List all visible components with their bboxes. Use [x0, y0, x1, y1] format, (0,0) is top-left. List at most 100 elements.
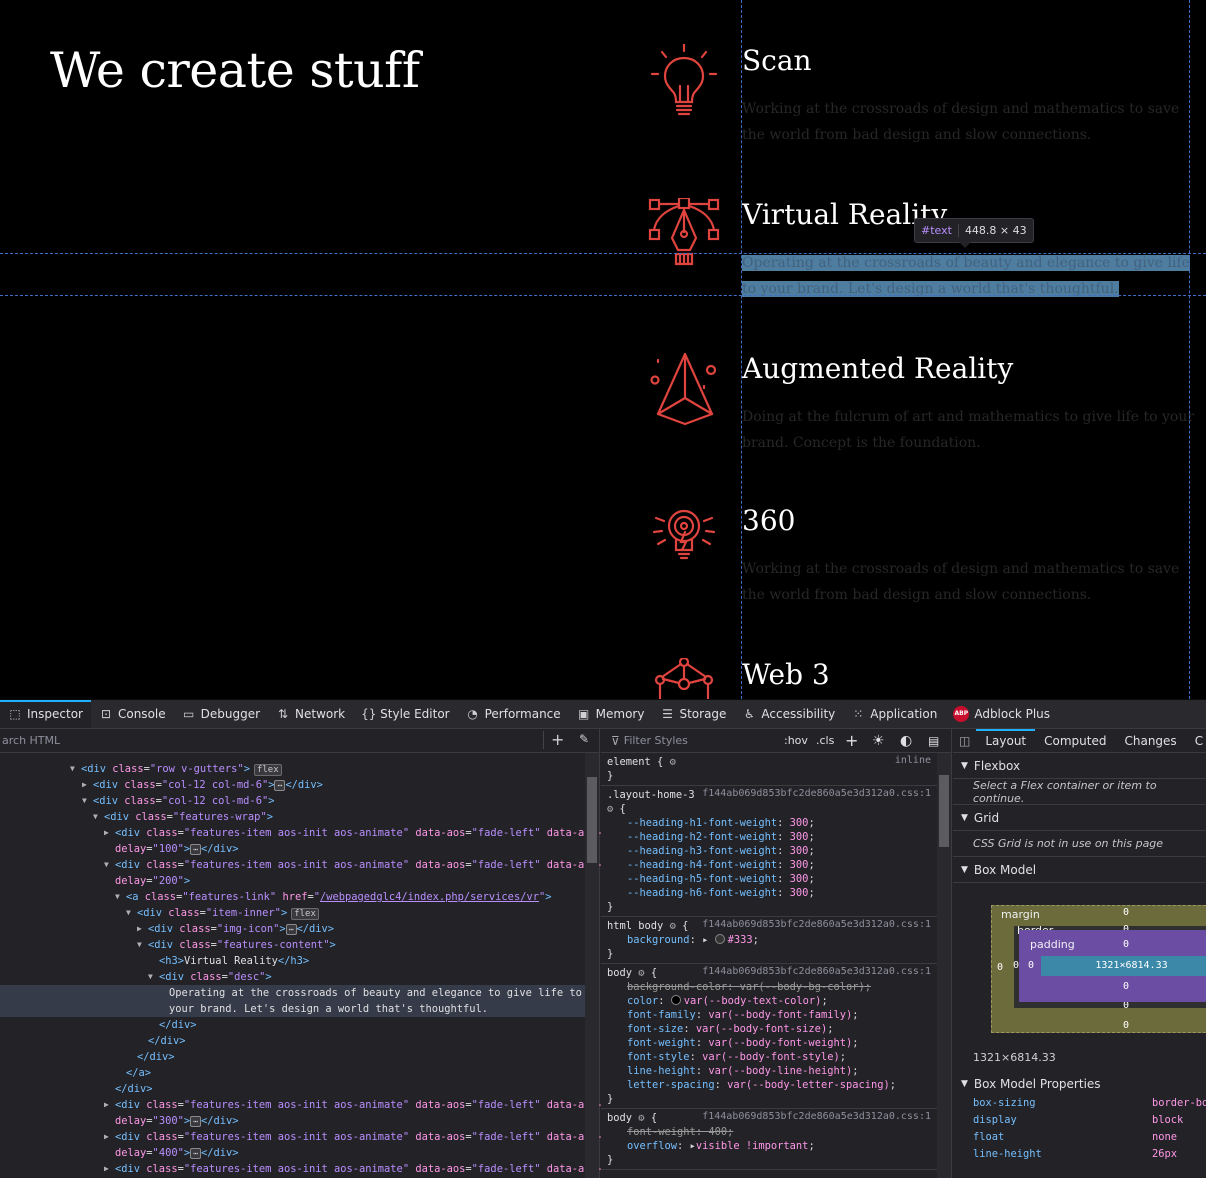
box-model-properties: box-sizing border-bo display block float no…	[953, 1095, 1206, 1163]
markup-line[interactable]: ▶ <div class="features-item aos-init aos-…	[0, 825, 603, 841]
markup-line: </div>	[148, 1035, 186, 1047]
box-model-content[interactable]: 1321×6814.33	[1041, 956, 1206, 976]
tab-style-editor[interactable]: {} Style Editor	[353, 700, 457, 728]
highlighter-guide-top	[0, 253, 1206, 254]
tab-network[interactable]: ⇅ Network	[268, 700, 353, 728]
filter-icon: ⊽	[611, 733, 620, 748]
idea-bulb-icon	[652, 509, 716, 560]
box-prop-row: float none	[973, 1131, 1178, 1143]
print-media-icon[interactable]: ▤	[928, 734, 939, 748]
hov-toggle[interactable]: :hov	[784, 734, 808, 747]
boxmodel-section[interactable]: ▼ Box Model	[953, 857, 1206, 883]
markup-line[interactable]: ▼ <div class="features-item aos-init aos-…	[0, 857, 603, 873]
gear-icon: ⚙	[607, 803, 614, 815]
markup-line[interactable]: ▶ <div class="features-item aos-init aos-…	[0, 1097, 603, 1113]
feature-title: Augmented Reality	[742, 352, 1014, 385]
markup-line: delay="300"> ⋯ </div>	[115, 1115, 239, 1127]
tab-debugger[interactable]: ▭ Debugger	[174, 700, 268, 728]
chevron-down-icon: ▼	[961, 1079, 968, 1089]
sidebar-tabs: ◫ Layout Computed Changes C	[953, 729, 1206, 753]
tab-accessibility[interactable]: ♿ Accessibility	[734, 700, 843, 728]
toggle-sidebar-icon[interactable]: ◫	[953, 729, 976, 752]
filter-styles-input[interactable]: Filter Styles	[620, 734, 688, 747]
cls-toggle[interactable]: .cls	[816, 734, 834, 747]
tab-console[interactable]: ⊡ Console	[91, 700, 174, 728]
markup-line[interactable]: ▶ <div class="img-icon"> ⋯ </div>	[0, 921, 586, 937]
markup-line[interactable]: ▶ <div class="features-item aos-init aos-…	[0, 1161, 603, 1177]
feature-title: 360	[742, 504, 796, 537]
color-swatch[interactable]	[714, 934, 725, 944]
markup-scrollbar[interactable]	[585, 753, 599, 1178]
markup-line[interactable]: ▼ <div class="col-12 col-md-6">	[0, 793, 586, 809]
box-model-border[interactable]: border 0 0 0 padding 0 0 0 1321×6814.33	[1013, 924, 1206, 1011]
markup-line: </div>	[115, 1083, 153, 1095]
scrollbar-thumb[interactable]	[587, 777, 597, 863]
flexbox-section[interactable]: ▼ Flexbox	[953, 753, 1206, 779]
feature-title: Scan	[742, 44, 812, 77]
tab-application[interactable]: ⁙ Application	[843, 700, 945, 728]
tab-more[interactable]: C	[1186, 729, 1206, 752]
light-theme-icon[interactable]: ☀	[872, 733, 885, 749]
eyedropper-icon[interactable]: ✎	[579, 732, 589, 746]
element-size-readout: 1321×6814.33	[973, 1051, 1056, 1064]
console-icon: ⊡	[100, 707, 112, 721]
markup-line[interactable]: ▼ <div class="features-wrap">	[0, 809, 586, 825]
feature-desc: Doing at the fulcrum of art and mathemat…	[742, 409, 1195, 451]
scrollbar-thumb[interactable]	[939, 775, 949, 847]
debugger-icon: ▭	[182, 707, 195, 721]
margin-bottom-value[interactable]: 0	[1123, 1020, 1129, 1031]
markup-line[interactable]: ▼ <div class="features-content">	[0, 937, 586, 953]
tab-adblock-plus[interactable]: ABP Adblock Plus	[945, 700, 1058, 728]
dark-theme-icon[interactable]: ◐	[900, 733, 912, 749]
markup-line[interactable]: ▼ <div class="row v-gutters"> flex	[0, 761, 586, 777]
markup-line[interactable]: <h3>Virtual Reality</h3>	[0, 953, 586, 969]
rules-scrollbar[interactable]	[937, 753, 951, 1178]
padding-top-value[interactable]: 0	[1123, 939, 1129, 950]
margin-top-value[interactable]: 0	[1123, 907, 1129, 918]
rule-html-body[interactable]: html body ⚙ { f144ab069d853bfc2de860a5e3…	[601, 917, 951, 964]
markup-line[interactable]: ▶ <div class="col-12 col-md-6"> ⋯ </div>	[0, 777, 586, 793]
margin-label: margin	[1001, 908, 1040, 921]
markup-line: </div>	[159, 1019, 197, 1031]
box-model-margin[interactable]: margin 0 0 0 border 0 0 0 padding 0 0 0	[991, 905, 1206, 1033]
chip-icon: ▣	[577, 707, 590, 721]
search-html-input[interactable]: arch HTML	[0, 734, 60, 747]
tab-memory[interactable]: ▣ Memory	[569, 700, 653, 728]
add-rule-icon[interactable]: +	[845, 731, 858, 750]
rules-view: ⊽ Filter Styles :hov .cls + ☀ ◐ ▤ elemen…	[601, 729, 952, 1178]
rule-body[interactable]: body ⚙ { f144ab069d853bfc2de860a5e3d312a…	[601, 964, 951, 1109]
network-icon	[654, 658, 714, 699]
padding-bottom-value[interactable]: 0	[1123, 981, 1129, 992]
selected-text-node: Operating at the crossroads of beauty an…	[742, 255, 1190, 297]
hero-title: We create stuff	[50, 42, 420, 99]
infobar-dimensions: 448.8 × 43	[964, 224, 1027, 237]
add-node-icon[interactable]: +	[551, 730, 564, 749]
markup-text-node-selected[interactable]: Operating at the crossroads of beauty an…	[0, 985, 586, 1001]
tab-inspector[interactable]: ⬚ Inspector	[0, 700, 91, 728]
rule-layout-home-3[interactable]: .layout-home-3 f144ab069d853bfc2de860a5e…	[601, 786, 951, 917]
gear-icon: ⚙	[638, 967, 645, 979]
markup-line[interactable]: ▼ <a class="features-link" href="/webpage…	[0, 889, 586, 905]
box-model-diagram: margin 0 0 0 border 0 0 0 padding 0 0 0	[953, 883, 1206, 1073]
padding-left-value[interactable]: 0	[1028, 960, 1034, 971]
color-swatch[interactable]	[670, 995, 681, 1005]
grid-section[interactable]: ▼ Grid	[953, 805, 1206, 831]
pen-tool-icon	[648, 198, 720, 266]
box-model-padding[interactable]: padding 0 0 0 1321×6814.33	[1019, 930, 1206, 1002]
tab-performance[interactable]: ◔ Performance	[458, 700, 569, 728]
infobar-tag: #text	[915, 224, 959, 237]
markup-line[interactable]: ▼ <div class="item-inner"> flex	[0, 905, 586, 921]
feature-desc: Working at the crossroads of design and …	[742, 561, 1180, 603]
tab-layout[interactable]: Layout	[976, 729, 1035, 752]
tab-changes[interactable]: Changes	[1115, 729, 1185, 752]
markup-line[interactable]: ▼ <div class="desc">	[0, 969, 586, 985]
margin-left-value[interactable]: 0	[997, 962, 1003, 973]
rule-element[interactable]: element { ⚙ inline }	[601, 753, 951, 786]
tab-storage[interactable]: ☰ Storage	[652, 700, 734, 728]
box-model-properties-section[interactable]: ▼ Box Model Properties	[953, 1073, 1206, 1095]
tab-computed[interactable]: Computed	[1035, 729, 1115, 752]
rule-body-2[interactable]: body ⚙ { f144ab069d853bfc2de860a5e3d312a…	[601, 1109, 951, 1170]
markup-line: delay="200">	[115, 875, 191, 887]
markup-line[interactable]: ▶ <div class="features-item aos-init aos-…	[0, 1129, 603, 1145]
gear-icon: ⚙	[669, 920, 676, 932]
